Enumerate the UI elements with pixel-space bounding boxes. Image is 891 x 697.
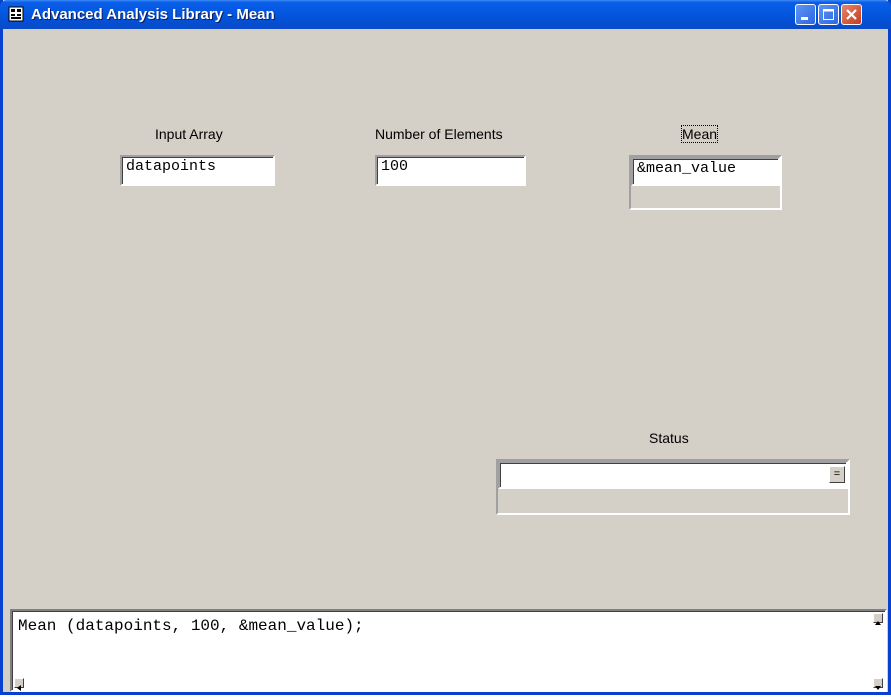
window-title: Advanced Analysis Library - Mean — [31, 6, 275, 23]
arrow-left-icon — [17, 685, 21, 691]
status-label: Status — [649, 430, 689, 446]
title-bar[interactable]: Advanced Analysis Library - Mean — [0, 0, 891, 29]
scroll-up-arrow[interactable] — [873, 613, 883, 625]
status-field[interactable] — [498, 461, 848, 489]
panel-icon — [8, 6, 24, 22]
mean-output-field[interactable]: &mean_value — [631, 157, 780, 186]
close-button[interactable] — [841, 4, 862, 25]
close-icon — [846, 9, 857, 20]
arrow-down-icon — [875, 686, 881, 690]
input-array-field[interactable]: datapoints — [120, 155, 275, 186]
number-of-elements-field[interactable]: 100 — [375, 155, 526, 186]
status-ring-button[interactable]: = — [829, 466, 845, 483]
number-of-elements-label: Number of Elements — [375, 126, 503, 142]
scroll-left-arrow[interactable] — [14, 678, 24, 691]
minimize-button[interactable] — [795, 4, 816, 25]
maximize-icon — [823, 9, 834, 20]
minimize-icon — [801, 17, 808, 20]
function-call-code-window[interactable]: Mean (datapoints, 100, &mean_value); — [10, 609, 887, 692]
scroll-down-arrow[interactable] — [873, 678, 883, 690]
mean-label: Mean — [680, 125, 719, 143]
function-call-text: Mean (datapoints, 100, &mean_value); — [18, 617, 364, 635]
maximize-button[interactable] — [818, 4, 839, 25]
function-panel-window: Advanced Analysis Library - Mean Input A… — [0, 0, 891, 695]
arrow-up-icon — [875, 621, 881, 625]
input-array-label: Input Array — [155, 126, 223, 142]
